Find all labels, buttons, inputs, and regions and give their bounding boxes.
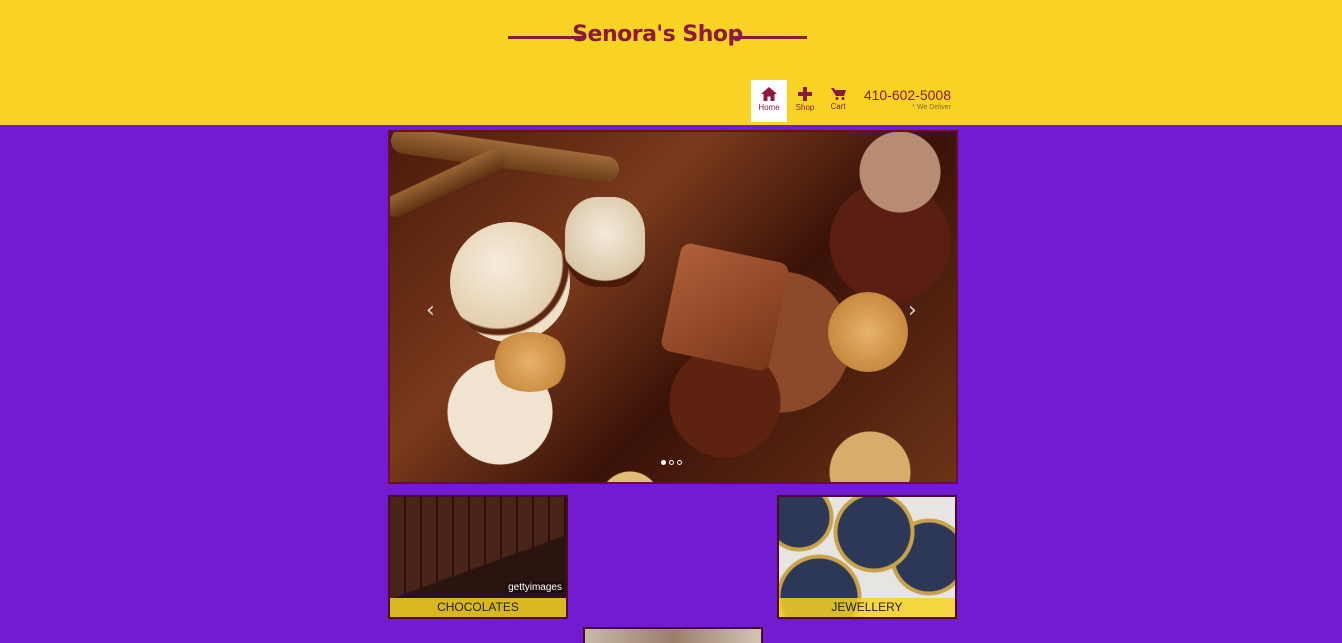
hero-carousel[interactable]: ‹ › [388,130,958,484]
cart-icon [830,88,846,100]
nav-cart-label: Cart [830,102,846,111]
cinnamon-stick [390,132,621,184]
plus-icon [798,87,812,101]
category-chocolates-label: CHOCOLATES [390,598,566,617]
phone-number[interactable]: 410-602-5008 [855,87,951,103]
chocolate-cube [659,241,791,373]
nav-home[interactable]: Home [751,80,787,122]
nav-shop[interactable]: Shop [787,80,823,122]
category-chocolates[interactable]: gettyimages CHOCOLATES [388,495,568,619]
carousel-prev-arrow-icon[interactable]: ‹ [426,300,435,322]
carousel-indicators [661,460,682,466]
delivery-note: * We Deliver [912,104,951,111]
nav-home-label: Home [758,103,780,112]
contact-info: 410-602-5008 * We Deliver [855,87,951,111]
truffle [565,197,645,287]
title-divider-right [731,36,807,39]
carousel-dot-3[interactable] [677,460,682,465]
carousel-next-arrow-icon[interactable]: › [908,300,917,322]
site-header: Senora's Shop Home Shop Cart 410-602-500… [0,0,1342,125]
category-jewellery-label: JEWELLERY [779,598,955,617]
home-icon [761,87,777,101]
brand: Senora's Shop [508,22,807,52]
nav-shop-label: Shop [795,103,815,112]
category-jewellery[interactable]: JEWELLERY [777,495,957,619]
carousel-dot-1[interactable] [661,460,666,465]
site-title: Senora's Shop [572,22,743,47]
carousel-dot-2[interactable] [669,460,674,465]
nav-cart[interactable]: Cart [820,80,856,122]
walnut-topping [490,332,570,392]
image-watermark: gettyimages [506,582,564,593]
walnut-topping [828,292,908,372]
truffle [450,222,570,342]
category-tile-partial[interactable] [583,627,763,643]
